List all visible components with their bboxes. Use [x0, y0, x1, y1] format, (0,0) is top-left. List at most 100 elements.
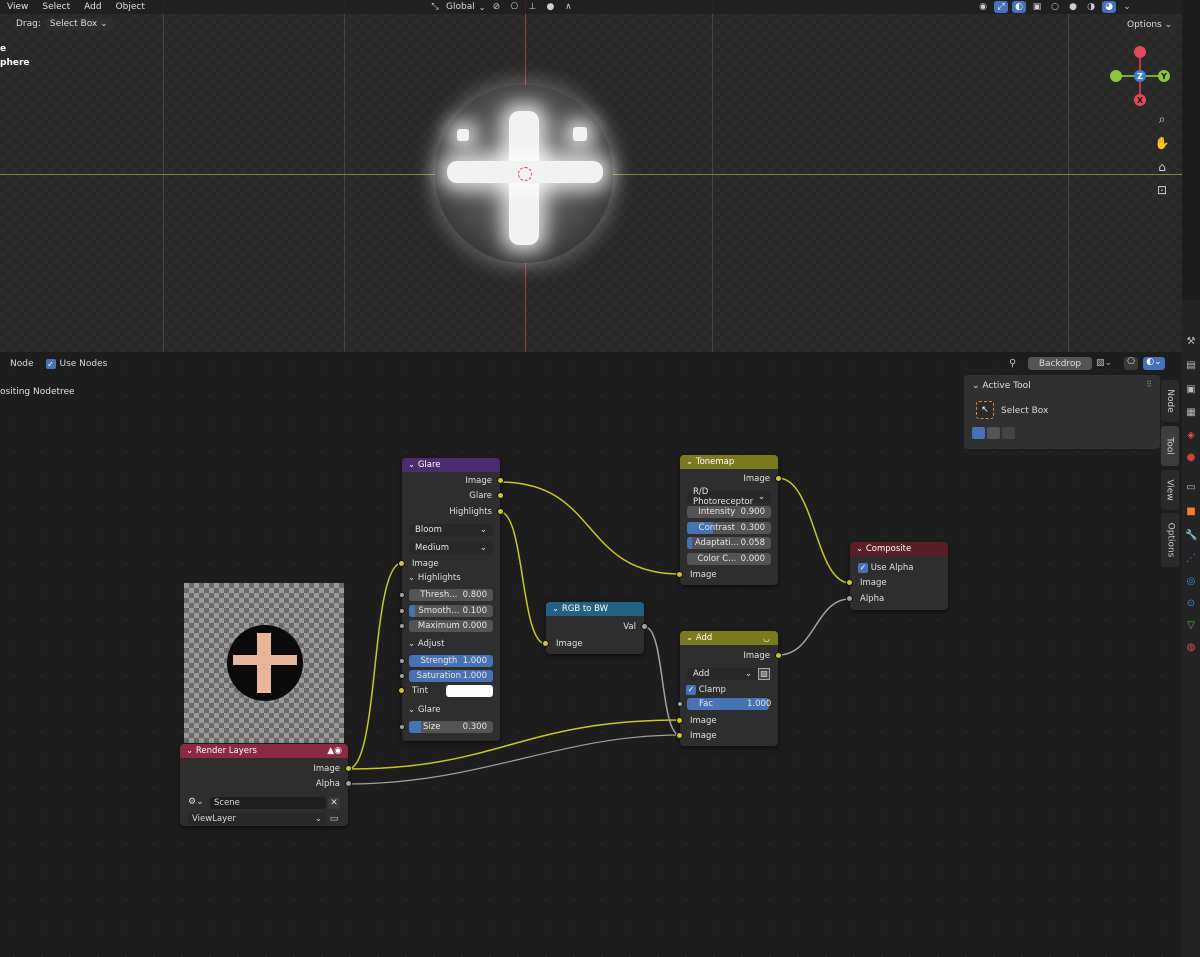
compositor-node-editor[interactable]: Node ✓ Use Nodes ⚲ Backdrop ▧⌄ ⎔ ◐⌄ osit…: [0, 354, 1182, 957]
composite-node[interactable]: ⌄ Composite ✓ Use Alpha Image Alpha: [846, 542, 948, 610]
input-socket[interactable]: [676, 732, 683, 739]
lock-icon[interactable]: ⊡: [1154, 183, 1170, 199]
menu-view[interactable]: View: [0, 2, 35, 12]
drag-select-dropdown[interactable]: Select Box ⌄: [44, 18, 113, 30]
input-socket[interactable]: [399, 608, 405, 614]
pan-hand-icon[interactable]: ✋: [1154, 136, 1170, 152]
glare-quality-dropdown[interactable]: Medium ⌄: [409, 542, 493, 554]
navigation-gizmo[interactable]: Y Z X: [1106, 42, 1174, 110]
node-preview-icon[interactable]: ◡: [763, 634, 770, 643]
gizmo-y[interactable]: Y: [1158, 70, 1170, 82]
proportional-edit-icon[interactable]: ●: [543, 1, 557, 13]
input-socket[interactable]: [846, 595, 853, 602]
view-layer-icon[interactable]: ▦: [1185, 407, 1197, 419]
output-socket[interactable]: [345, 765, 352, 772]
adaptation-field[interactable]: Adaptati... 0.058: [687, 537, 771, 549]
intensity-field[interactable]: Intensity 0.900: [687, 506, 771, 518]
snap-icon[interactable]: ⎔: [507, 1, 521, 13]
falloff-icon[interactable]: ∧: [561, 1, 575, 13]
close-icon[interactable]: ✕: [328, 797, 340, 809]
3d-viewport[interactable]: e phere View Select Add Object Drag: Sel…: [0, 0, 1182, 352]
output-socket[interactable]: [641, 623, 648, 630]
blend-mode-dropdown[interactable]: Add ⌄: [687, 668, 758, 680]
glare-node-header[interactable]: ⌄ Glare: [402, 458, 500, 472]
threshold-field[interactable]: Thresh... 0.800: [409, 589, 493, 601]
maximum-field[interactable]: Maximum 0.000: [409, 620, 493, 632]
use-alpha-icon[interactable]: ▨: [758, 668, 770, 680]
input-socket[interactable]: [676, 571, 683, 578]
modifier-icon[interactable]: 🔧: [1185, 530, 1197, 542]
highlights-panel-header[interactable]: ⌄ Highlights: [408, 573, 461, 583]
wireframe-shading-icon[interactable]: ○: [1048, 1, 1062, 13]
output-socket[interactable]: [775, 652, 782, 659]
output-socket[interactable]: [497, 477, 504, 484]
gizmo-x[interactable]: X: [1134, 94, 1146, 106]
zoom-icon[interactable]: ⌕: [1154, 112, 1170, 128]
render-props-icon[interactable]: ▤: [1185, 360, 1197, 372]
rgb-to-bw-node-header[interactable]: ⌄ RGB to BW: [546, 602, 644, 616]
use-alpha-checkbox[interactable]: ✓: [858, 562, 868, 573]
input-socket[interactable]: [677, 701, 683, 707]
fac-field[interactable]: Fac 1.000: [687, 698, 771, 710]
add-mix-node[interactable]: ⌄ Add ◡ Image Add ⌄ ▨ ✓ Clamp Fac 1.000 Ima…: [676, 631, 782, 746]
input-socket[interactable]: [399, 592, 405, 598]
view-layer-dropdown[interactable]: ViewLayer ⌄: [188, 813, 326, 825]
render-layers-node[interactable]: ⌄ Render Layers ▲◉ Image Alpha ⚙⌄ Scene ✕…: [180, 744, 352, 826]
options-dropdown[interactable]: Options ⌄: [1122, 19, 1178, 31]
xray-icon[interactable]: ▣: [1030, 1, 1044, 13]
composite-node-header[interactable]: ⌄ Composite: [850, 542, 948, 556]
gizmo-neg-y[interactable]: [1110, 70, 1122, 82]
folder-icon[interactable]: ▭: [328, 813, 340, 825]
menu-add[interactable]: Add: [77, 2, 108, 12]
tonemap-node-header[interactable]: ⌄ Tonemap: [680, 455, 778, 469]
world-props-icon[interactable]: ●: [1185, 452, 1197, 464]
collection-icon[interactable]: ▭: [1185, 482, 1197, 494]
rendered-shading-icon[interactable]: ◕: [1102, 1, 1116, 13]
chevron-down-icon[interactable]: ⌄: [1120, 1, 1134, 13]
adjust-panel-header[interactable]: ⌄ Adjust: [408, 639, 444, 649]
add-node-header[interactable]: ⌄ Add ◡: [680, 631, 778, 645]
particles-icon[interactable]: ⋰: [1185, 553, 1197, 565]
pivot-icon[interactable]: ⊘: [489, 1, 503, 13]
input-socket[interactable]: [846, 579, 853, 586]
3d-cursor-icon[interactable]: [518, 167, 532, 181]
scene-selector-icon[interactable]: ⚙⌄: [188, 797, 210, 809]
object-props-icon[interactable]: ■: [1185, 506, 1197, 518]
gizmo-z[interactable]: Z: [1134, 70, 1146, 82]
tonemap-method-dropdown[interactable]: R/D Photoreceptor ⌄: [687, 487, 771, 507]
render-layers-node-header[interactable]: ⌄ Render Layers ▲◉: [180, 744, 348, 758]
glare-node[interactable]: ⌄ Glare Image Glare Highlights Bloom ⌄ Me…: [398, 458, 504, 741]
tool-props-icon[interactable]: ⚒: [1185, 336, 1197, 348]
rgb-to-bw-node[interactable]: ⌄ RGB to BW Val Image: [542, 602, 648, 654]
output-socket[interactable]: [345, 780, 352, 787]
visibility-icon[interactable]: ◉: [976, 1, 990, 13]
gizmo-neg-x[interactable]: [1134, 46, 1146, 58]
input-socket[interactable]: [398, 687, 405, 694]
input-socket[interactable]: [676, 717, 683, 724]
glare-panel-header[interactable]: ⌄ Glare: [408, 705, 441, 715]
camera-icon[interactable]: ⌂: [1154, 160, 1170, 176]
overlay-toggle-icon[interactable]: ◐: [1012, 1, 1026, 13]
menu-object[interactable]: Object: [109, 2, 152, 12]
scene-props-icon[interactable]: ◈: [1185, 430, 1197, 442]
input-socket[interactable]: [399, 724, 405, 730]
output-socket[interactable]: [497, 508, 504, 515]
input-socket[interactable]: [398, 560, 405, 567]
saturation-field[interactable]: Saturation 1.000: [409, 670, 493, 682]
input-socket[interactable]: [399, 673, 405, 679]
glare-type-dropdown[interactable]: Bloom ⌄: [409, 524, 493, 536]
tonemap-node[interactable]: ⌄ Tonemap Image R/D Photoreceptor ⌄ Inten…: [676, 455, 782, 585]
input-socket[interactable]: [542, 640, 549, 647]
scene-field[interactable]: Scene: [210, 797, 326, 809]
output-props-icon[interactable]: ▣: [1185, 384, 1197, 396]
physics-icon[interactable]: ◎: [1185, 576, 1197, 588]
smoothness-field[interactable]: Smooth... 0.100: [409, 605, 493, 617]
snap-target-icon[interactable]: ⊥: [525, 1, 539, 13]
size-field[interactable]: Size 0.300: [409, 721, 493, 733]
gizmo-toggle-icon[interactable]: ⤢: [994, 1, 1008, 13]
menu-select[interactable]: Select: [35, 2, 77, 12]
tint-color-swatch[interactable]: [446, 684, 493, 697]
input-socket[interactable]: [399, 623, 405, 629]
contrast-field[interactable]: Contrast 0.300: [687, 522, 771, 534]
constraints-icon[interactable]: ⊙: [1185, 598, 1197, 610]
